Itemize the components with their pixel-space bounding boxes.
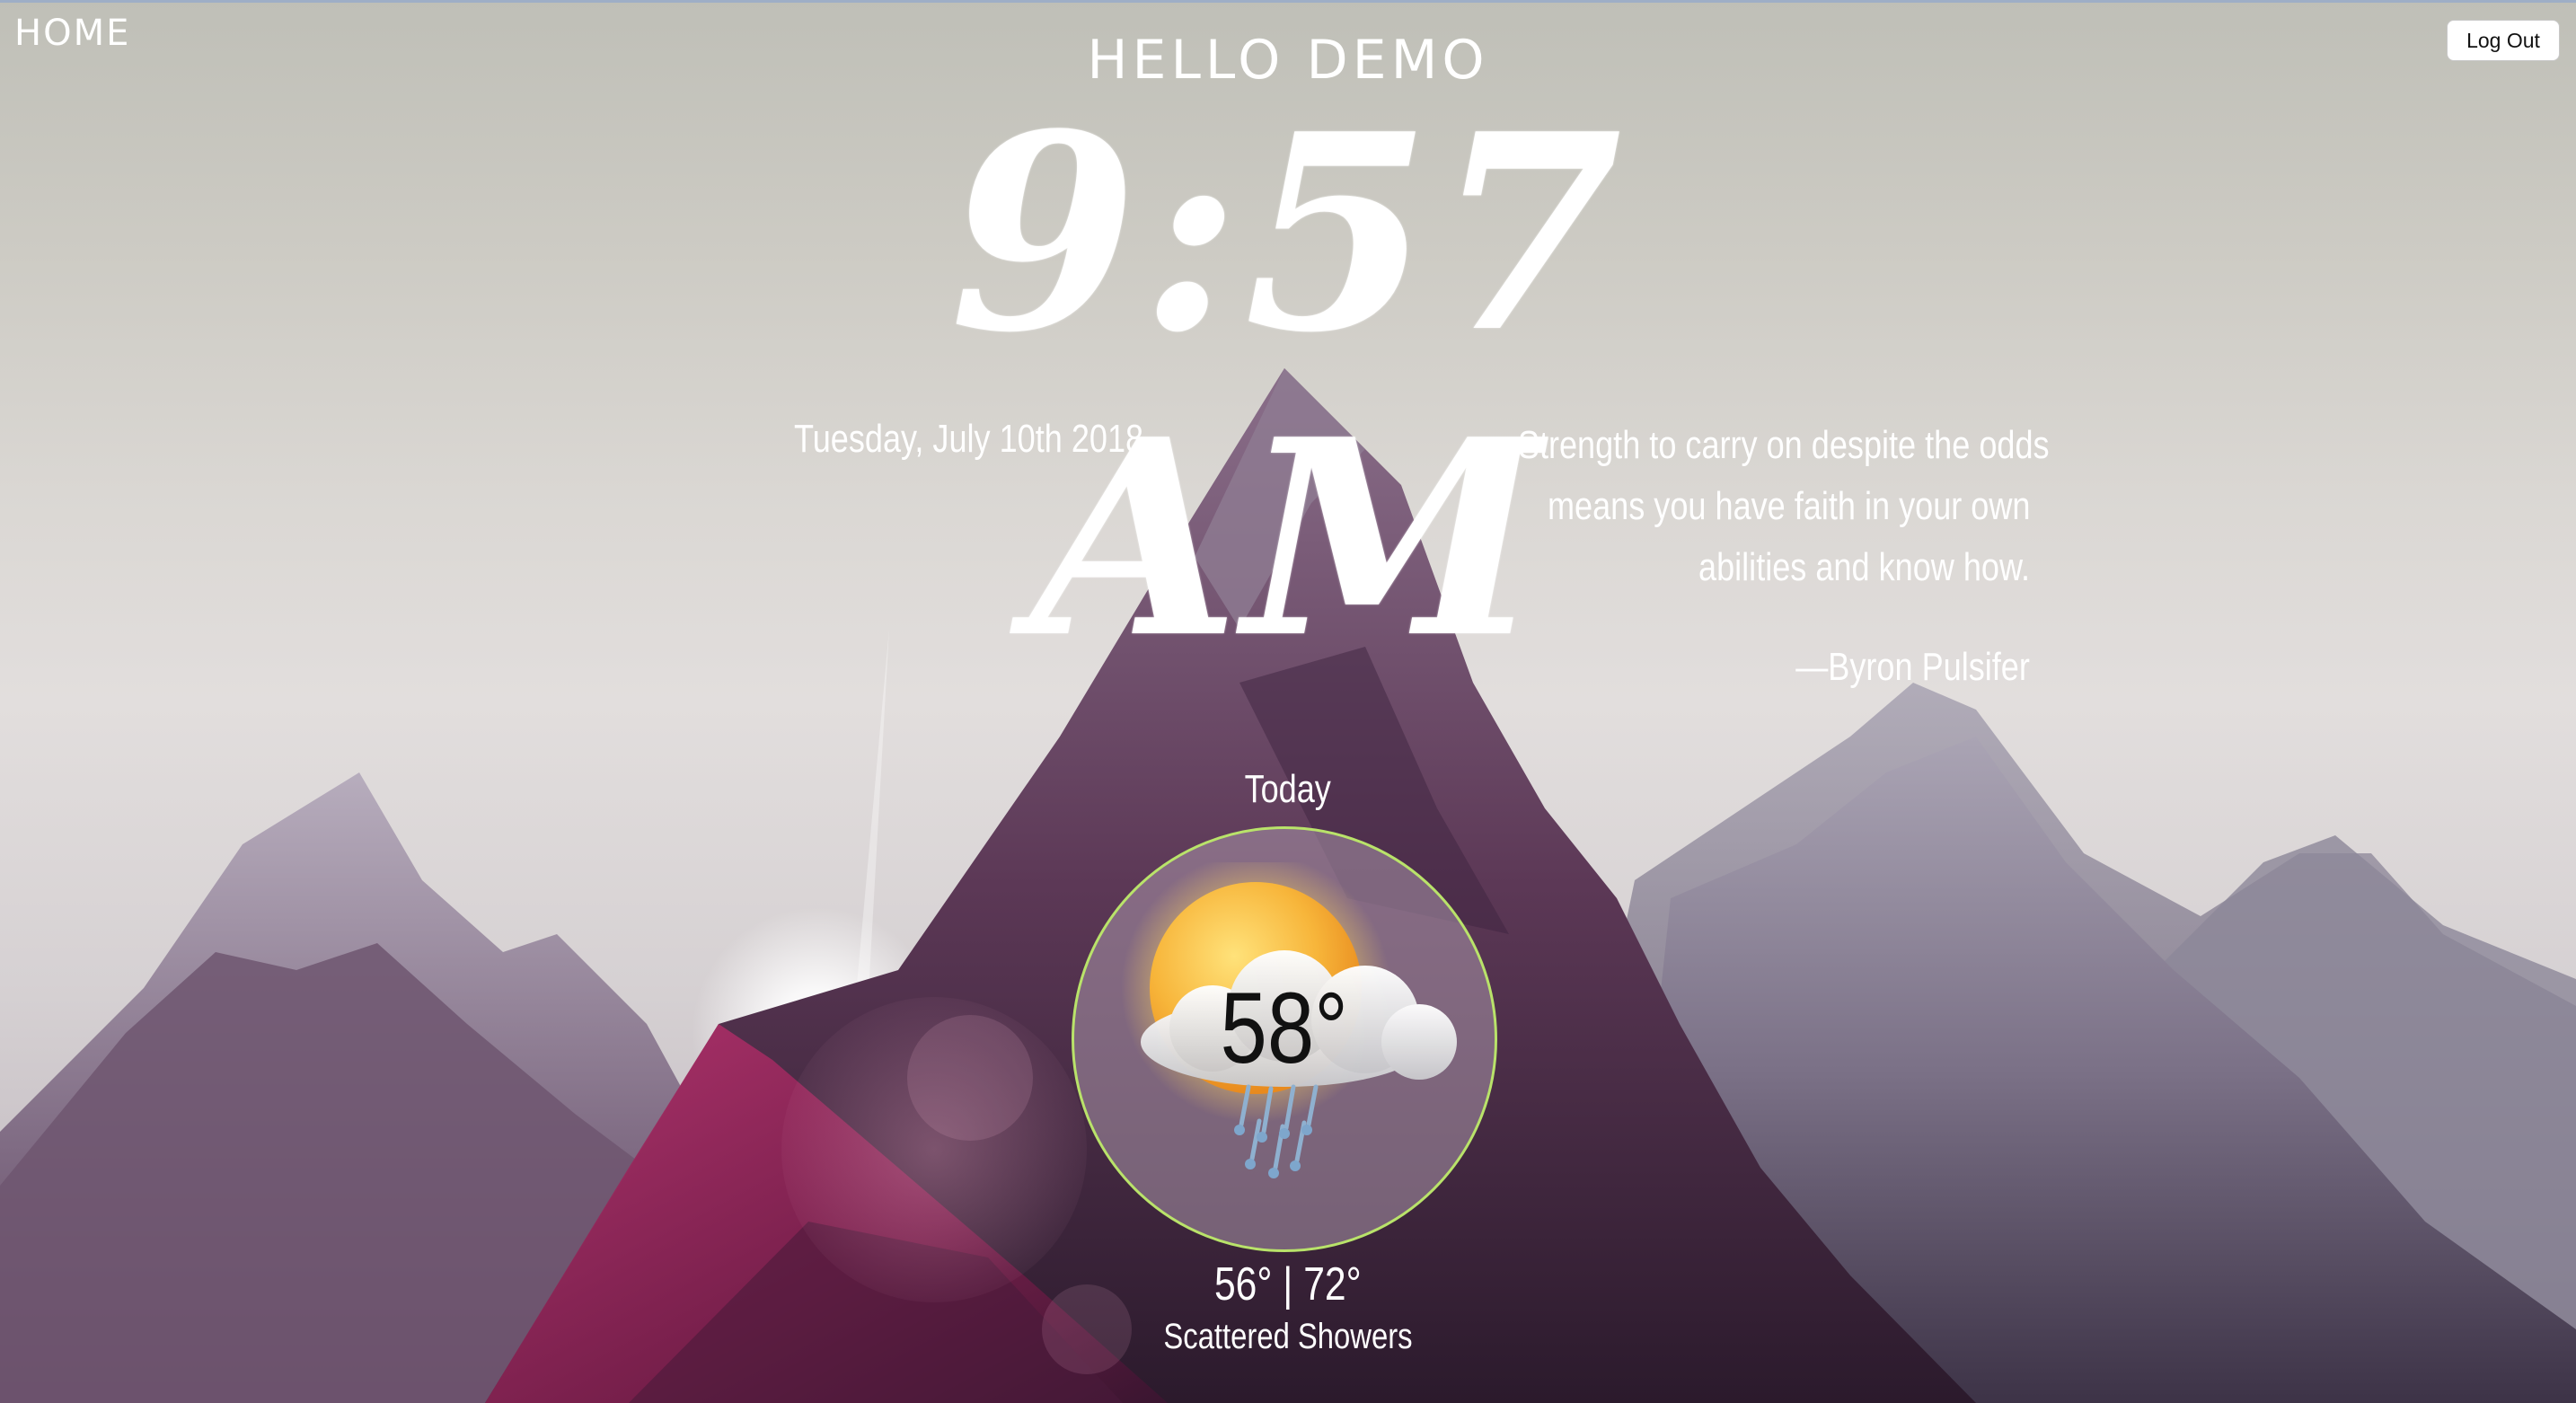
clock-time: 9:57 AM <box>949 75 1627 697</box>
logout-button[interactable]: Log Out <box>2447 20 2560 61</box>
home-link[interactable]: HOME <box>14 13 130 54</box>
quote-line: abilities and know how. <box>1698 545 2030 589</box>
weather-day-label: Today <box>1244 767 1332 811</box>
quote-author: —Byron Pulsifer <box>1795 645 2030 689</box>
weather-condition: Scattered Showers <box>1163 1317 1413 1356</box>
current-temperature: 58° <box>1220 972 1349 1084</box>
dashboard-page: HOME Log Out HELLO DEMO 9:57 AM Tuesday,… <box>0 0 2576 1403</box>
quote-line: means you have faith in your own <box>1547 484 2030 528</box>
quote-line: Strength to carry on despite the odds <box>1517 423 2050 467</box>
top-border <box>0 0 2576 3</box>
quote-text: Strength to carry on despite the odds me… <box>1401 415 2050 598</box>
current-date: Tuesday, July 10th 2018 <box>794 417 1144 461</box>
temperature-range: 56° | 72° <box>1214 1258 1362 1310</box>
